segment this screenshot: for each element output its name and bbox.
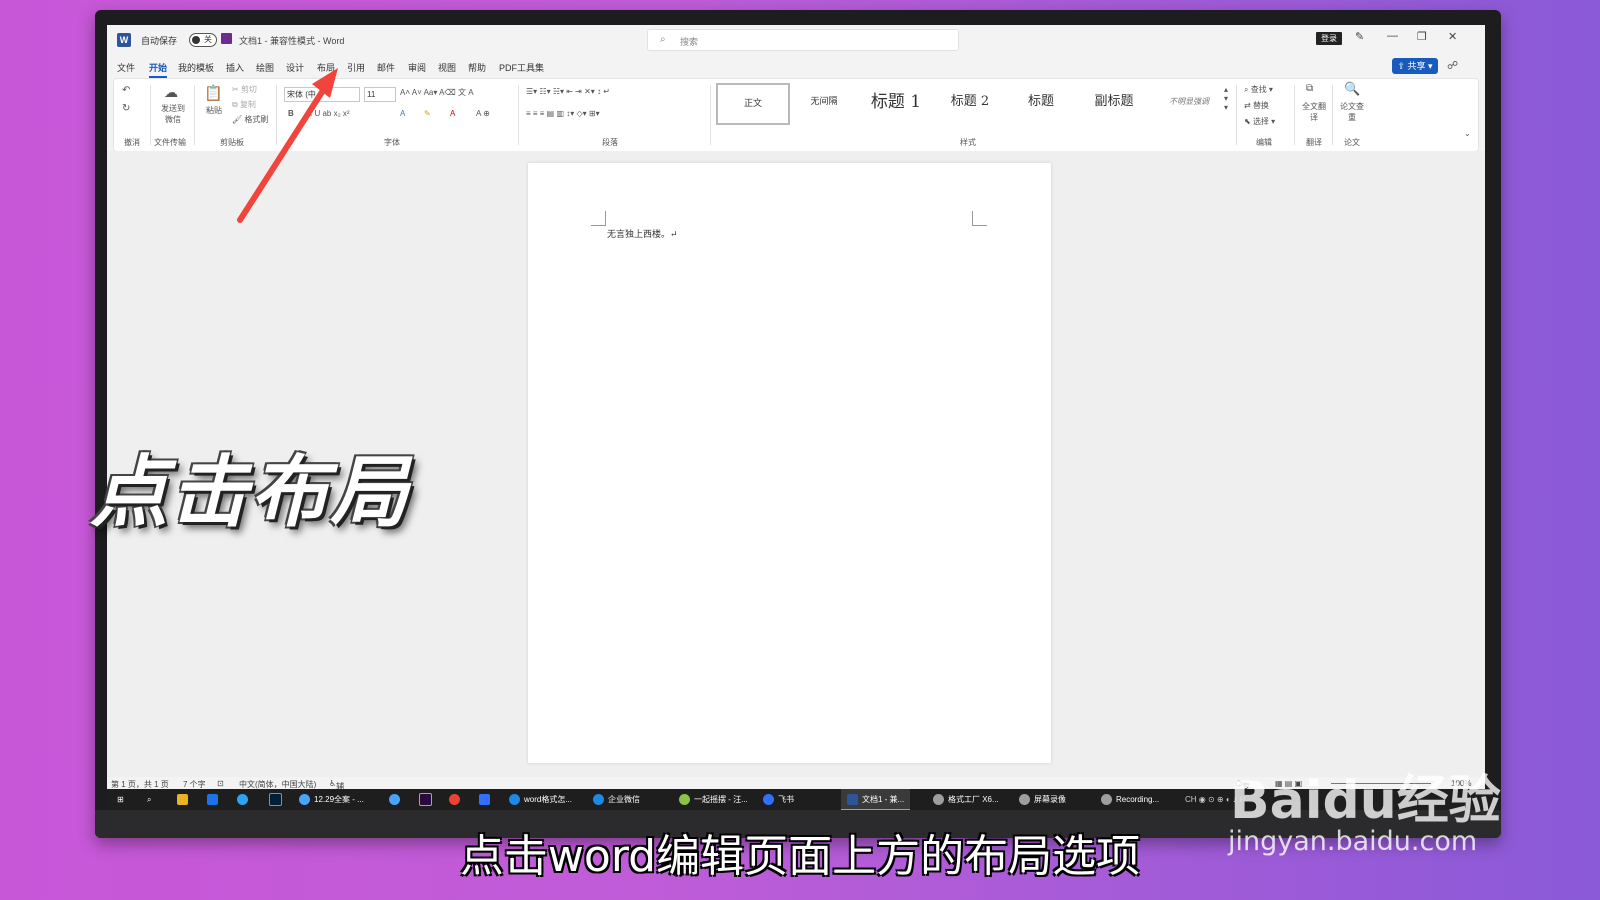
arrow-head [312,68,338,98]
caption-text: 点击布局 [90,448,411,538]
arrow-shaft [237,89,325,223]
subtitle-text: 点击word编辑页面上方的布局选项 [459,831,1141,882]
